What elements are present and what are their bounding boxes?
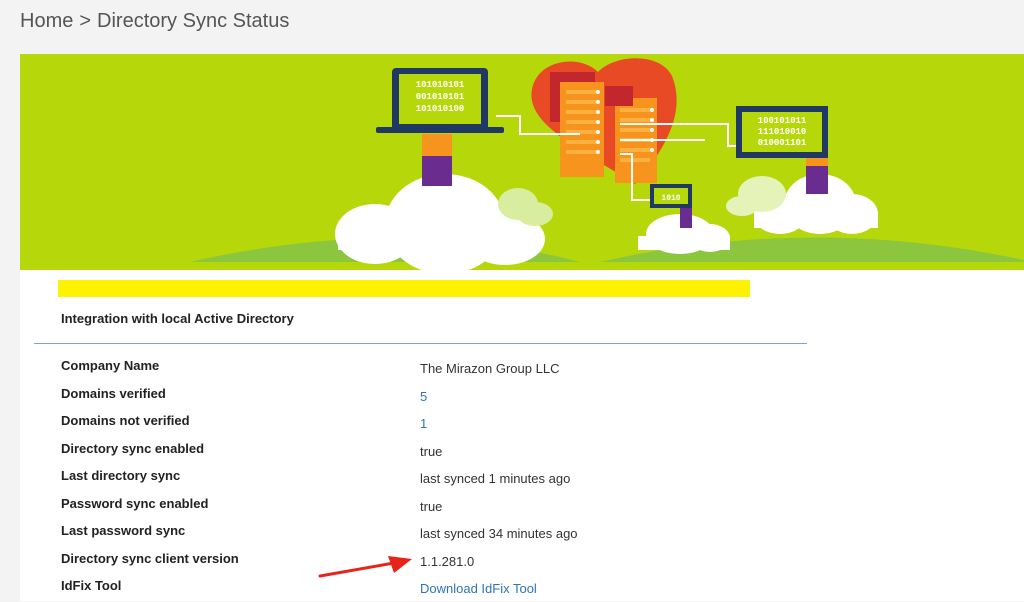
row-value: last synced 1 minutes ago xyxy=(420,471,571,486)
status-row-domains-not-verified: Domains not verified 1 xyxy=(20,409,1024,437)
building-shape xyxy=(560,82,604,177)
person-body xyxy=(806,158,828,166)
breadcrumb-home-link[interactable]: Home xyxy=(20,10,73,32)
row-label: Company Name xyxy=(61,358,160,373)
status-row-directory-sync-enabled: Directory sync enabled true xyxy=(20,437,1024,465)
download-idfix-tool-link[interactable]: Download IdFix Tool xyxy=(420,581,537,596)
person-legs xyxy=(680,206,692,228)
person-body xyxy=(422,134,452,156)
row-label: Last directory sync xyxy=(61,468,181,483)
status-row-password-sync-enabled: Password sync enabled true xyxy=(20,492,1024,520)
directory-sync-banner: 101010101 001010101 101010100 1010 10010… xyxy=(20,54,1024,270)
monitor-binary-line: 010001101 xyxy=(758,138,807,148)
row-value: The Mirazon Group LLC xyxy=(420,361,560,376)
domains-not-verified-link[interactable]: 1 xyxy=(420,416,427,431)
status-row-last-directory-sync: Last directory sync last synced 1 minute… xyxy=(20,464,1024,492)
cloud-shape xyxy=(335,174,545,270)
status-row-idfix-tool: IdFix Tool Download IdFix Tool xyxy=(20,574,1024,602)
section-divider xyxy=(34,343,807,344)
status-row-last-password-sync: Last password sync last synced 34 minute… xyxy=(20,519,1024,547)
status-row-domains-verified: Domains verified 5 xyxy=(20,382,1024,410)
client-version-value: 1.1.281.0 xyxy=(420,553,475,569)
domains-verified-link[interactable]: 5 xyxy=(420,389,427,404)
row-label: IdFix Tool xyxy=(61,578,122,593)
person-legs xyxy=(422,152,452,186)
person-legs xyxy=(806,164,828,194)
breadcrumb: Home > Directory Sync Status xyxy=(20,10,289,33)
laptop-binary-line: 001010101 xyxy=(416,92,465,102)
laptop-binary-line: 101010101 xyxy=(416,80,465,90)
row-label: Domains verified xyxy=(61,385,166,401)
highlight-bar xyxy=(58,280,750,297)
main-content: 101010101 001010101 101010100 1010 10010… xyxy=(20,54,1024,601)
small-screen-binary: 1010 xyxy=(661,194,680,203)
row-value: true xyxy=(420,443,443,459)
banner-illustration: 101010101 001010101 101010100 1010 10010… xyxy=(190,58,1024,270)
monitor-binary-line: 100101011 xyxy=(758,116,807,126)
laptop-binary-line: 101010100 xyxy=(416,104,465,114)
row-label: Domains not verified xyxy=(61,413,190,428)
status-table: Company Name The Mirazon Group LLC Domai… xyxy=(20,354,1024,602)
page-title: Directory Sync Status xyxy=(97,10,290,32)
row-label: Directory sync client version xyxy=(61,550,239,566)
laptop-base xyxy=(376,127,504,133)
row-label: Password sync enabled xyxy=(61,495,209,511)
section-title: Integration with local Active Directory xyxy=(61,311,294,326)
building-shape xyxy=(605,86,633,106)
status-row-company-name: Company Name The Mirazon Group LLC xyxy=(20,354,1024,382)
breadcrumb-separator: > xyxy=(79,10,92,32)
annotation-arrow-icon xyxy=(318,556,412,578)
row-value: true xyxy=(420,498,443,514)
monitor-binary-line: 111010010 xyxy=(758,127,807,137)
row-label: Last password sync xyxy=(61,523,186,538)
row-label: Directory sync enabled xyxy=(61,440,205,456)
status-row-client-version: Directory sync client version 1.1.281.0 xyxy=(20,547,1024,575)
row-value: last synced 34 minutes ago xyxy=(420,526,578,541)
